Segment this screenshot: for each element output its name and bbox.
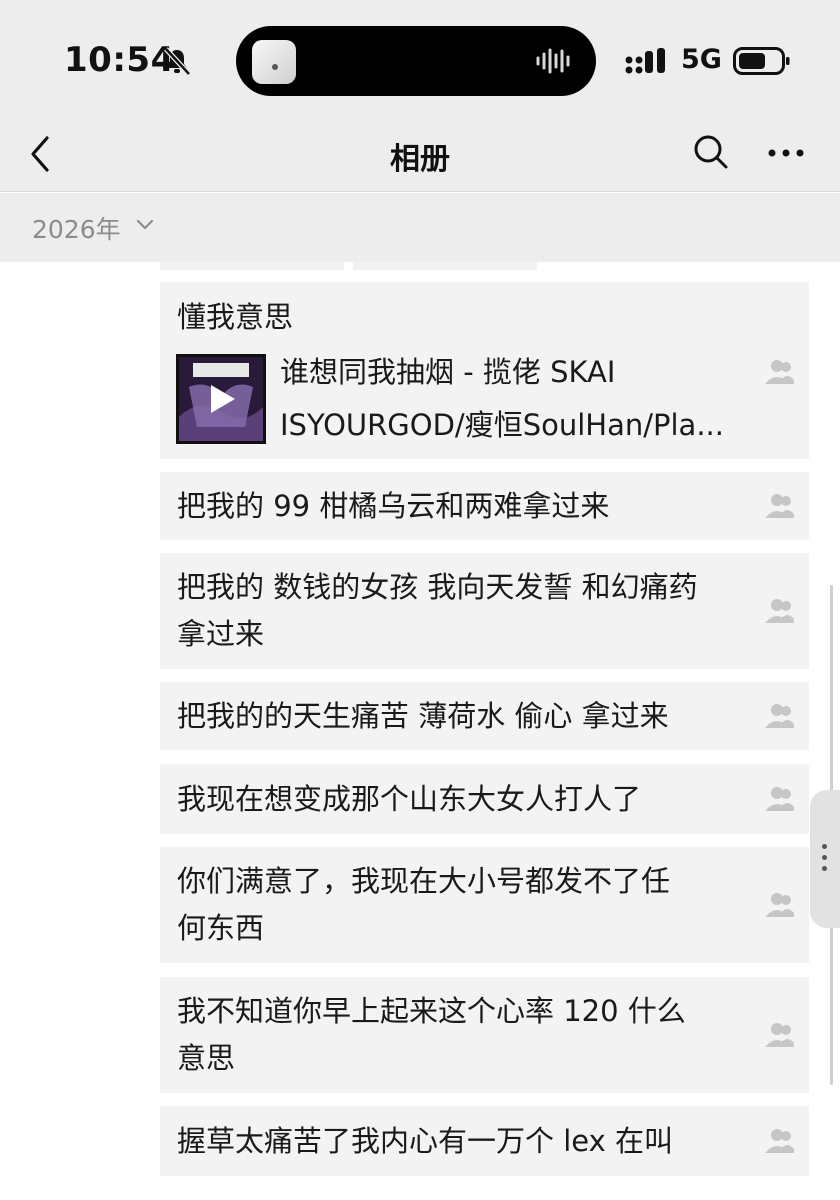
moment-post[interactable]: 把我的的天生痛苦 薄荷水 偷心 拿过来 [160, 682, 809, 750]
music-title: 谁想同我抽烟 - 揽佬 SKAI [280, 355, 616, 389]
music-artists: ISYOURGOD/瘦恒SoulHan/Pla... [280, 408, 724, 442]
year-label: 2026年 [32, 215, 121, 244]
more-icon[interactable] [766, 138, 806, 168]
friends-visibility-icon [765, 1129, 794, 1153]
post-text: 懂我意思 [177, 300, 294, 334]
post-text: 拿过来 [177, 617, 265, 651]
network-type: 5G [681, 44, 722, 75]
battery-icon [733, 47, 790, 75]
status-bar: 10:54 5G [0, 0, 840, 118]
post-text: 把我的 数钱的女孩 我向天发誓 和幻痛药 [177, 570, 698, 604]
post-text: 把我的的天生痛苦 薄荷水 偷心 拿过来 [177, 699, 669, 733]
handle-dot [822, 844, 827, 849]
chevron-down-icon [136, 219, 154, 230]
handle-dot [822, 866, 827, 871]
post-text: 我不知道你早上起来这个心率 120 什么 [177, 994, 686, 1028]
play-icon[interactable] [207, 383, 237, 415]
post-text: 意思 [177, 1041, 236, 1075]
post-text: 握草太痛苦了我内心有一万个 lex 在叫 [177, 1124, 673, 1158]
post-text: 把我的 99 柑橘乌云和两难拿过来 [177, 489, 610, 523]
nav-bar: 相册 [0, 118, 840, 192]
moment-post[interactable]: 我不知道你早上起来这个心率 120 什么 意思 [160, 977, 809, 1093]
music-cover[interactable] [176, 354, 266, 444]
scrollbar-handle[interactable] [810, 790, 840, 928]
friends-visibility-icon [765, 599, 794, 623]
waveform-icon [536, 48, 570, 74]
moment-post[interactable]: 我现在想变成那个山东大女人打人了 [160, 764, 809, 834]
friends-visibility-icon [765, 360, 794, 384]
post-text: 我现在想变成那个山东大女人打人了 [177, 782, 642, 816]
friends-visibility-icon [765, 893, 794, 917]
moment-post[interactable]: 把我的 数钱的女孩 我向天发誓 和幻痛药 拿过来 [160, 553, 809, 669]
status-time: 10:54 [64, 40, 175, 80]
dynamic-island[interactable] [236, 26, 596, 96]
friends-visibility-icon [765, 787, 794, 811]
year-filter[interactable]: 2026年 [0, 193, 840, 262]
app-icon [252, 40, 296, 84]
friends-visibility-icon [765, 494, 794, 518]
moment-post[interactable]: 握草太痛苦了我内心有一万个 lex 在叫 [160, 1106, 809, 1176]
handle-dot [822, 855, 827, 860]
photo-thumbnail[interactable] [353, 262, 537, 270]
post-text: 你们满意了，我现在大小号都发不了任 [177, 864, 671, 898]
friends-visibility-icon [765, 704, 794, 728]
friends-visibility-icon [765, 1023, 794, 1047]
moment-post[interactable]: 你们满意了，我现在大小号都发不了任 何东西 [160, 847, 809, 963]
photo-thumbnail[interactable] [160, 262, 344, 270]
post-text: 何东西 [177, 911, 265, 945]
bell-slash-icon [164, 47, 191, 76]
moment-post[interactable]: 懂我意思 谁想同我抽烟 - 揽佬 SKAI ISYOURGOD/瘦恒SoulHa… [160, 282, 809, 459]
search-icon[interactable] [692, 132, 730, 172]
cellular-signal-icon [625, 48, 665, 74]
moment-post[interactable]: 把我的 99 柑橘乌云和两难拿过来 [160, 472, 809, 540]
